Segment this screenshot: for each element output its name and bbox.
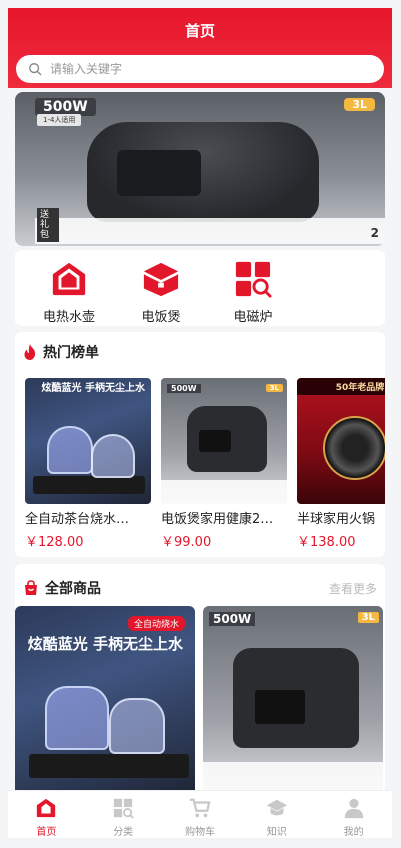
accessory-strip (35, 218, 385, 244)
product-image: 500W 3L (161, 378, 287, 504)
banner-carousel[interactable]: 500W 1-4人适用 3L 送礼包 2 (15, 92, 385, 246)
tab-label: 分类 (113, 827, 134, 838)
tab-profile[interactable]: 我的 (315, 791, 392, 838)
header: 首页 (8, 8, 392, 88)
section-title-text: 热门榜单 (43, 345, 99, 361)
goods-card[interactable]: 全自动烧水 炫酷蓝光 手柄无尘上水 (15, 606, 195, 796)
image-detail (91, 434, 135, 478)
goods-grid: 全自动烧水 炫酷蓝光 手柄无尘上水 500W 3L (15, 606, 383, 796)
section-title: 全部商品 (23, 578, 101, 598)
hot-item[interactable]: 500W 3L 电饭煲家用健康2… ￥99.00 (161, 378, 287, 550)
tab-label: 知识 (266, 827, 287, 838)
grid-search-icon (235, 261, 272, 298)
search-input[interactable] (50, 62, 350, 76)
section-title: 热门榜单 (23, 342, 99, 362)
image-detail (323, 416, 385, 480)
banner-capacity-tag: 3L (344, 98, 375, 111)
view-more-link[interactable]: 查看更多 (329, 580, 377, 597)
category-induction[interactable]: 电磁炉 (207, 250, 299, 326)
cart-icon (189, 798, 211, 818)
page-title: 首页 (184, 22, 215, 40)
image-detail (45, 686, 109, 750)
image-detail (199, 430, 231, 452)
category-label: 电饭煲 (141, 310, 181, 325)
hot-item[interactable]: 50年老品牌 半球家用火锅 ￥138.00 (297, 378, 385, 550)
image-tag: 500W (209, 612, 256, 626)
product-price: ￥138.00 (297, 535, 356, 550)
goods-badge: 全自动烧水 (127, 616, 185, 631)
image-detail (47, 426, 93, 474)
product-image: 50年老品牌 (297, 378, 385, 504)
image-capacity: 3L (265, 384, 283, 392)
product-image: 炫酷蓝光 手柄无尘上水 (25, 378, 151, 504)
image-caption: 炫酷蓝光 手柄无尘上水 (27, 635, 183, 653)
flame-icon (24, 344, 36, 360)
hot-item[interactable]: 炫酷蓝光 手柄无尘上水 全自动茶台烧水… ￥128.00 (25, 378, 151, 550)
shopping-bag-icon (25, 580, 37, 595)
image-capacity: 3L (357, 612, 379, 623)
product-price: ￥128.00 (25, 535, 84, 550)
control-panel-image (117, 150, 201, 196)
image-caption: 50年老品牌 (297, 378, 385, 395)
image-detail (161, 480, 287, 504)
all-goods-section: 全部商品 查看更多 全自动烧水 炫酷蓝光 手柄无尘上水 500W 3L (15, 564, 385, 804)
bottom-tab-bar: 首页 分类 购物车 知识 我的 (8, 790, 392, 838)
product-name: 电饭煲家用健康2… (161, 512, 274, 527)
image-detail (255, 690, 305, 724)
image-caption: 炫酷蓝光 手柄无尘上水 (41, 383, 145, 394)
house-icon (52, 262, 86, 296)
banner-subtag: 1-4人适用 (37, 114, 82, 126)
section-title-text: 全部商品 (45, 581, 101, 597)
search-icon (29, 63, 42, 76)
tab-label: 购物车 (184, 827, 215, 838)
tab-home[interactable]: 首页 (8, 791, 85, 838)
banner-page-indicator: 2 (370, 226, 379, 240)
image-detail (109, 698, 165, 754)
gift-label: 送礼包 (37, 208, 59, 242)
category-label: 电磁炉 (233, 310, 273, 325)
category-kettle[interactable]: 电热水壶 (23, 250, 115, 326)
product-name: 全自动茶台烧水… (25, 512, 130, 527)
goods-card[interactable]: 500W 3L (203, 606, 383, 796)
tab-category[interactable]: 分类 (85, 791, 162, 838)
grid-search-icon (114, 798, 134, 819)
user-icon (344, 798, 363, 819)
tab-cart[interactable]: 购物车 (162, 791, 239, 838)
graduation-cap-icon (266, 799, 287, 816)
hot-ranking-section: 热门榜单 炫酷蓝光 手柄无尘上水 全自动茶台烧水… ￥128.00 500W 3… (15, 332, 385, 557)
product-name: 半球家用火锅 (297, 512, 376, 527)
tab-label: 我的 (343, 827, 364, 838)
category-row: 电热水壶 电饭煲 电磁炉 (15, 250, 385, 326)
search-bar[interactable] (16, 55, 384, 83)
category-rice-cooker[interactable]: 电饭煲 (115, 250, 207, 326)
image-detail (33, 476, 145, 494)
hot-list: 炫酷蓝光 手柄无尘上水 全自动茶台烧水… ￥128.00 500W 3L 电饭煲… (25, 378, 385, 550)
rice-cooker-icon (143, 262, 179, 297)
image-tag: 500W (167, 384, 201, 393)
tab-label: 首页 (36, 827, 57, 838)
category-label: 电热水壶 (42, 310, 95, 325)
product-price: ￥99.00 (161, 535, 212, 550)
tab-knowledge[interactable]: 知识 (238, 791, 315, 838)
home-icon (37, 798, 56, 818)
image-detail (29, 754, 189, 778)
app-frame: 首页 500W 1-4人适用 3L 送礼包 2 电热水壶 (8, 8, 392, 838)
